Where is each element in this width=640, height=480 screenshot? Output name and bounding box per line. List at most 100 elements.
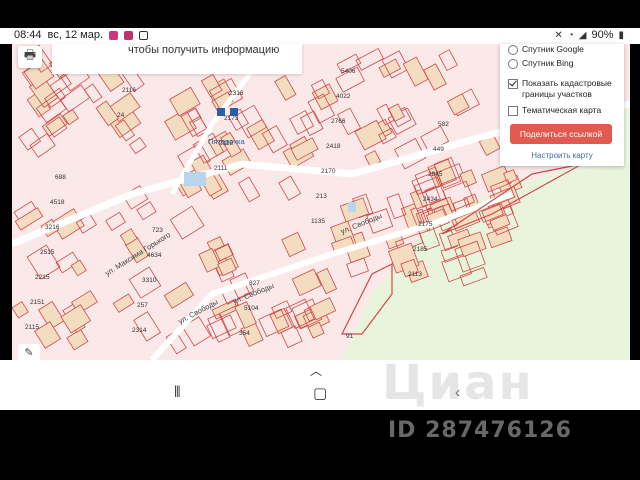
checkbox-thematic[interactable] [508, 106, 518, 116]
status-right: ✕ ◔ ◢ 90% ▮ [554, 29, 624, 41]
edit-button[interactable]: ✎ [18, 344, 40, 360]
parcel-label: 213 [316, 193, 327, 200]
parcel-label: 582 [438, 121, 449, 128]
layer-option-label: Тематическая карта [522, 105, 602, 115]
info-banner-text: чтобы получить информацию [128, 44, 280, 56]
watermark-logo: Циан [382, 355, 534, 411]
parcel [112, 293, 135, 313]
parcel-label: 2185 [413, 246, 428, 253]
screen: 08:44 вс, 12 мар. ✕ ◔ ◢ 90% ▮ 2435242111… [0, 0, 640, 480]
parcel [386, 193, 407, 220]
layer-option-label: Спутник Google [522, 44, 584, 54]
parcel [14, 207, 44, 231]
parcel [281, 231, 307, 258]
parcel-label: 2175 [418, 221, 433, 228]
parcel-label: 4634 [147, 252, 162, 259]
parcel-label: 3310 [142, 277, 157, 284]
parcel [346, 257, 369, 278]
parcel-label: 2845 [428, 171, 443, 178]
parcel [18, 127, 42, 151]
home-button[interactable]: ▢ [313, 384, 327, 402]
layer-option-label: Спутник Bing [522, 58, 574, 68]
recent-apps-icon: ⦀ [174, 384, 181, 401]
notification-icon [139, 30, 149, 40]
parcel-label: 2113 [408, 271, 422, 278]
parcel-label: 2116 [122, 87, 136, 94]
parcel [169, 205, 205, 240]
parcel [136, 201, 157, 221]
parcel-label: 2115 [25, 324, 39, 331]
parcel-label: 354 [239, 330, 250, 337]
mute-icon: ✕ [554, 29, 563, 41]
chevron-up-icon[interactable]: ︿ [310, 362, 322, 379]
parcel-label: 2111 [214, 165, 228, 172]
status-time: 08:44 [14, 29, 42, 41]
info-banner: чтобы получить информацию [52, 44, 302, 74]
parcel-label: 688 [55, 174, 66, 181]
parcel-label: 449 [433, 146, 444, 153]
checkbox-cadastral[interactable] [508, 79, 518, 89]
parcel-label: 2316 [229, 90, 244, 97]
parcel-label: 2151 [30, 299, 45, 306]
layer-option-bing[interactable]: Спутник Bing [508, 58, 573, 69]
parcel [237, 176, 261, 203]
parcel [105, 211, 127, 232]
parcel [438, 49, 458, 72]
water [184, 172, 206, 186]
parcel-label: 24 [117, 112, 125, 119]
parcel [278, 175, 302, 201]
notification-icon [124, 30, 134, 40]
parcel-label: 2314 [132, 327, 147, 334]
layer-option-label: Показать кадастровые границы участков [522, 78, 612, 99]
bus-stop-icon [217, 108, 225, 116]
parcel-label: 2766 [331, 118, 346, 125]
layer-option-thematic[interactable]: Тематическая карта [508, 105, 601, 116]
parcel [83, 83, 103, 104]
status-date: вс, 12 мар. [47, 29, 104, 41]
parcel-label: 4518 [50, 199, 65, 206]
parcel-label: 257 [137, 302, 148, 309]
parcel-label: 5406 [341, 68, 356, 75]
recent-apps-button[interactable]: ⦀ [174, 384, 181, 401]
parcel [12, 301, 29, 319]
configure-map-link[interactable]: Настроить карту [500, 151, 624, 160]
parcel [128, 136, 147, 155]
status-bar: 08:44 вс, 12 мар. ✕ ◔ ◢ 90% ▮ [0, 28, 640, 44]
parcel [169, 86, 201, 117]
parcel-label: 91 [346, 333, 354, 340]
parcel [289, 110, 315, 135]
parcel-label: 3216 [45, 224, 60, 231]
parcel [355, 47, 385, 71]
radio-google[interactable] [508, 45, 518, 55]
printer-icon: 🖶 [23, 47, 37, 62]
parcel [163, 281, 195, 309]
share-link-button[interactable]: Поделиться ссылкой [510, 124, 612, 144]
parcel-label: 1135 [311, 218, 325, 225]
street-label: ул. Максима Горького [103, 230, 172, 278]
place-label: Пятерочка [208, 137, 246, 146]
parcel [66, 328, 89, 351]
radio-bing[interactable] [508, 59, 518, 69]
battery-icon: ▮ [618, 29, 624, 41]
layer-option-cadastral[interactable]: Показать кадастровые границы участков [508, 78, 618, 100]
water [348, 202, 356, 212]
parcel [70, 259, 87, 277]
parcel-label: 5104 [244, 305, 259, 312]
parcel-label: 2173 [224, 115, 239, 122]
notification-icon [109, 30, 119, 40]
parcel-label: 2418 [326, 143, 341, 150]
signal-icon: ◢ [578, 29, 587, 41]
layer-option-google[interactable]: Спутник Google [508, 44, 584, 55]
status-left: 08:44 вс, 12 мар. [14, 29, 149, 41]
print-button[interactable]: 🖶 [18, 46, 42, 68]
watermark-id: ID 287476126 [388, 418, 572, 443]
parcel [423, 63, 447, 91]
parcel [246, 118, 275, 151]
wifi-icon: ◔ [567, 29, 574, 41]
battery-percent: 90% [591, 29, 614, 41]
parcel [274, 75, 297, 101]
layer-panel: Спутник Google Спутник Bing Показать кад… [500, 44, 624, 166]
parcel-label: 2215 [35, 274, 50, 281]
parcel-label: 2170 [321, 168, 336, 175]
shop-icon [230, 108, 238, 116]
